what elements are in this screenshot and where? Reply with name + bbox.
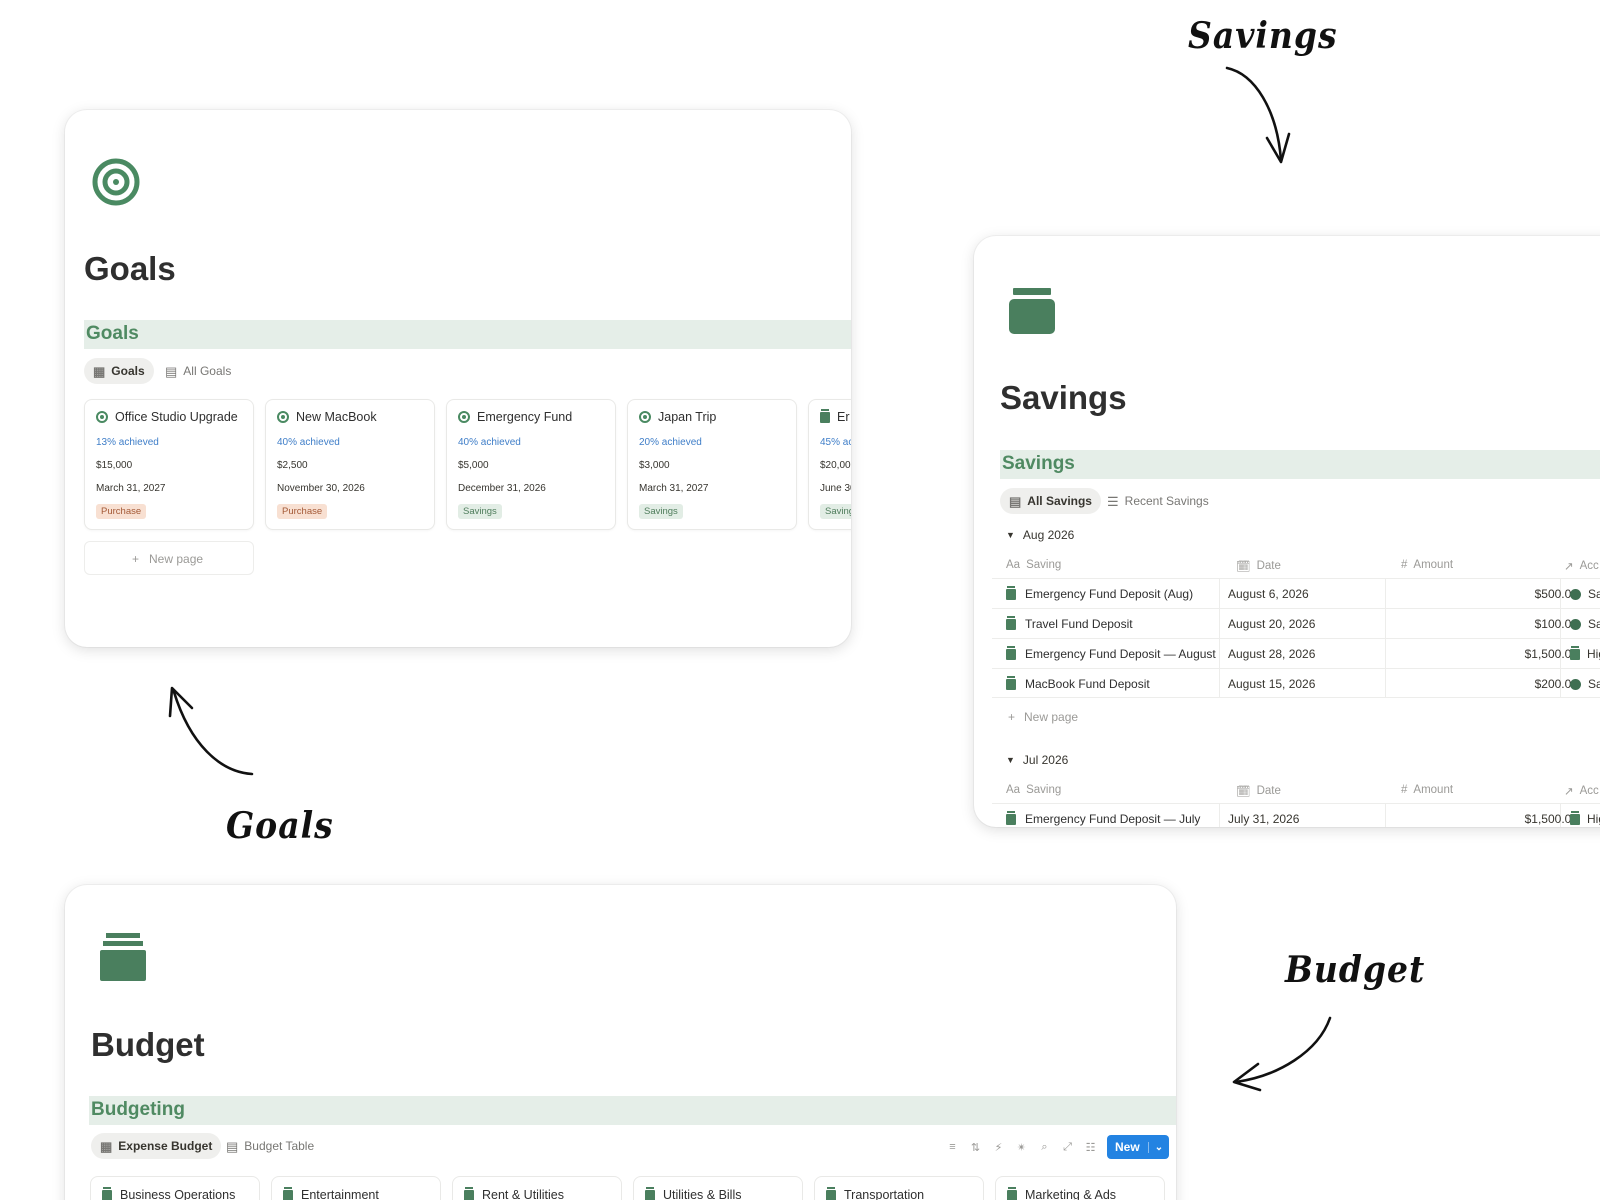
list-icon: ☰ [1107, 493, 1119, 509]
tab-all-savings[interactable]: ▤ All Savings [1000, 488, 1101, 514]
calendar-icon: 🗓︎ [1236, 786, 1251, 798]
jar-icon [1570, 810, 1580, 825]
relation-icon: ↗ [1564, 786, 1574, 798]
column-header-account[interactable]: ↗ Acc [1564, 784, 1599, 798]
jar-icon [1006, 675, 1016, 690]
table-row[interactable]: MacBook Fund Deposit August 15, 2026 $20… [992, 668, 1600, 698]
jar-icon [1009, 288, 1055, 334]
account-icon [1570, 618, 1581, 630]
account-icon [1570, 678, 1581, 690]
annotation-budget: Budget [1285, 948, 1426, 991]
sparkle-icon[interactable]: ✴ [1015, 1141, 1028, 1154]
column-header-date[interactable]: 🗓︎ Date [1236, 784, 1281, 798]
search-icon[interactable]: ⌕ [1038, 1141, 1051, 1154]
table-row[interactable]: Emergency Fund Deposit (Aug) August 6, 2… [992, 578, 1600, 608]
arrow-to-goals [168, 686, 254, 776]
expand-icon[interactable]: ⤢ [1061, 1141, 1074, 1154]
column-header-account[interactable]: ↗ Acc [1564, 559, 1599, 573]
table-icon: ▤ [1009, 493, 1022, 509]
account-icon [1570, 588, 1581, 600]
section-header: Savings [1000, 450, 1600, 479]
arrow-to-savings [1225, 66, 1291, 164]
table-row[interactable]: Travel Fund Deposit August 20, 2026 $100… [992, 608, 1600, 638]
triangle-down-icon: ▼ [1006, 530, 1015, 540]
view-toolbar: ≡ ⇅ ⚡︎ ✴ ⌕ ⤢ ☷ New ⌄ [946, 1135, 1170, 1159]
jar-icon [1006, 585, 1016, 600]
column-header-amount[interactable]: # Amount [1401, 559, 1453, 571]
section-header: Budgeting [89, 1096, 1176, 1125]
column-header-saving[interactable]: Aa Saving [1006, 784, 1061, 796]
triangle-down-icon: ▼ [1006, 755, 1015, 765]
relation-icon: ↗ [1564, 561, 1574, 573]
savings-panel: Savings Savings ▤ All Savings ☰ Recent S… [974, 236, 1600, 827]
lightning-icon[interactable]: ⚡︎ [992, 1141, 1005, 1154]
tab-recent-savings[interactable]: ☰ Recent Savings [1098, 488, 1218, 514]
calendar-icon: 🗓︎ [1236, 561, 1251, 573]
tab-all-goals[interactable]: ▤ All Goals [156, 358, 240, 384]
tab-budget-table[interactable]: ▤ Budget Table [217, 1133, 323, 1159]
table-row[interactable]: Emergency Fund Deposit — July July 31, 2… [992, 803, 1600, 827]
gallery-icon: ▦ [100, 1138, 113, 1154]
new-button[interactable]: New ⌄ [1107, 1135, 1170, 1159]
new-page-button[interactable]: + New page [1008, 710, 1078, 724]
table-icon: ▤ [165, 363, 178, 379]
arrow-to-budget [1232, 1016, 1332, 1092]
group-toggle-jul[interactable]: ▼ Jul 2026 [1006, 753, 1068, 767]
jar-icon [1006, 645, 1016, 660]
jar-icon [1006, 810, 1016, 825]
goals-panel: Goals Goals ▦ Goals ▤ All Goals [65, 110, 851, 647]
tab-expense-budget[interactable]: ▦ Expense Budget [91, 1133, 222, 1159]
table-row[interactable]: Emergency Fund Deposit — August August 2… [992, 638, 1600, 668]
target-icon [92, 158, 140, 206]
jar-stack-icon [100, 933, 146, 981]
column-header-date[interactable]: 🗓︎ Date [1236, 559, 1281, 573]
budget-panel: Budget Budgeting ▦ Expense Budget ▤ Budg… [65, 885, 1176, 1200]
group-toggle-aug[interactable]: ▼ Aug 2026 [1006, 528, 1074, 542]
chevron-down-icon[interactable]: ⌄ [1147, 1141, 1169, 1153]
sort-icon[interactable]: ⇅ [969, 1141, 982, 1154]
jar-icon [1006, 615, 1016, 630]
gallery-icon: ▦ [93, 363, 106, 379]
page-title: Budget [91, 1026, 205, 1063]
settings-icon[interactable]: ☷ [1084, 1141, 1097, 1154]
table-icon: ▤ [226, 1138, 239, 1154]
filter-icon[interactable]: ≡ [946, 1141, 959, 1153]
column-header-amount[interactable]: # Amount [1401, 784, 1453, 796]
page-title: Goals [84, 250, 176, 287]
plus-icon: + [1008, 710, 1016, 724]
tab-goals[interactable]: ▦ Goals [84, 358, 154, 384]
annotation-goals: Goals [226, 804, 334, 847]
column-header-saving[interactable]: Aa Saving [1006, 559, 1061, 571]
annotation-savings: Savings [1188, 14, 1338, 57]
jar-icon [1570, 645, 1580, 660]
page-title: Savings [1000, 379, 1127, 416]
section-header: Goals [84, 320, 851, 349]
